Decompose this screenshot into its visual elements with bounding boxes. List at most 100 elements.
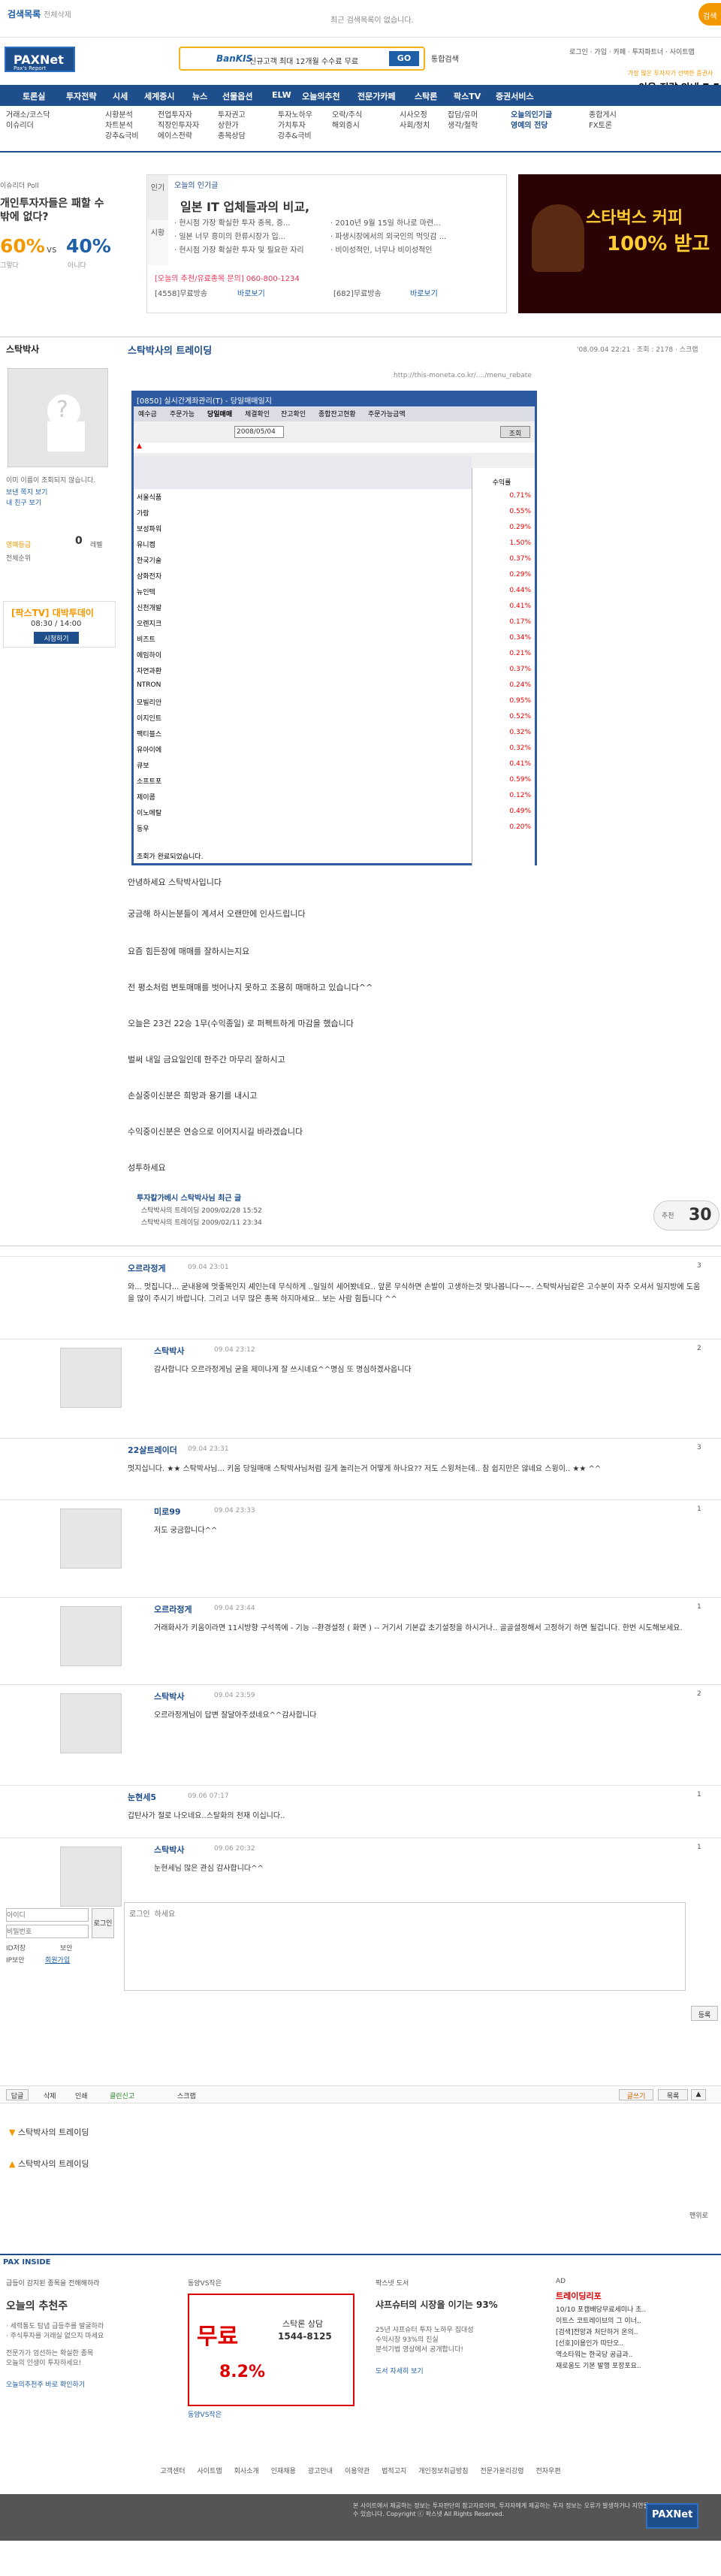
hot-phone-line[interactable]: [오늘의 추천/유료종목 문의] 060-800-1234 — [155, 272, 300, 283]
hot-line[interactable]: · 일본 너무 흥미의 한류시장가 입... — [174, 230, 285, 241]
coffee-ad[interactable]: 스타벅스 커피 100% 받고 — [518, 174, 721, 313]
post-url[interactable]: http://this-moneta.co.kr/..../menu_rebat… — [394, 372, 532, 379]
scrap-link[interactable]: 스크랩 — [177, 2091, 196, 2100]
comment-reply-count[interactable]: 2 — [697, 1345, 701, 1352]
tv-event-box[interactable]: [팍스TV] 대박투데이 08:30 / 14:00 시청하기 — [3, 601, 116, 648]
hot-line[interactable]: · 2010년 9월 15일 하나로 마련... — [330, 216, 441, 228]
comment-author[interactable]: 스탁박사 — [154, 1690, 184, 1702]
footer-link[interactable]: 인재채용 — [271, 2468, 296, 2475]
comment-reply-count[interactable]: 1 — [697, 1844, 701, 1851]
footer-link[interactable]: 전자우편 — [535, 2468, 560, 2475]
password-input[interactable] — [6, 1925, 89, 1938]
comment-reply-count[interactable]: 1 — [697, 1505, 701, 1513]
nav-item-strategy[interactable]: 투자전략 — [66, 90, 96, 102]
col-link[interactable]: 도서 자세히 보기 — [376, 2366, 548, 2375]
subnav-group[interactable]: 시황분석 차트분석 강추&극비 — [105, 110, 139, 142]
comment-author[interactable]: 미로99 — [154, 1505, 181, 1518]
comment-author[interactable]: 스탁박사 — [154, 1844, 184, 1856]
watch-link-b[interactable]: 바로보기 — [410, 287, 438, 298]
subnav-group[interactable]: 시사오정 사회/정치 — [400, 110, 430, 131]
top-links[interactable]: 로그인 · 가입 · 카페 · 투자파트너 · 사이트맵 — [569, 47, 695, 56]
join-link[interactable]: 회원가입 — [45, 1955, 70, 1964]
subnav-group[interactable]: 투자권고 상한가 종목상담 — [218, 110, 246, 142]
go-button[interactable]: GO — [389, 51, 419, 66]
inside-col-recommend[interactable]: 급등이 감지된 종목을 전해해하라 오늘의 추천주 · 세력통도 탐냅 급등주를… — [6, 2278, 161, 2389]
col-line[interactable]: [선호]이용인가 따단오.. — [556, 2339, 718, 2350]
profile-sub2[interactable]: 보낸 쪽지 보기 — [6, 487, 47, 497]
stockloan-ad[interactable]: 무료 8.2% 스탁론 상담 1544-8125 — [188, 2294, 354, 2406]
search-banner[interactable]: BanKIS 신규고객 최대 12개월 수수료 무료 GO — [179, 47, 425, 71]
watch-button[interactable]: 시청하기 — [34, 632, 79, 644]
ip-security[interactable]: IP보안 — [6, 1955, 25, 1964]
hot-line[interactable]: · 파생시장에서의 외국인의 먹잇감 ... — [330, 230, 446, 241]
subnav-group[interactable]: 전업투자자 직장인투자자 에이스전략 — [158, 110, 199, 142]
comment-author[interactable]: 스탁박사 — [154, 1345, 184, 1357]
col-link[interactable]: 오늘의추천주 바로 확인하기 — [6, 2379, 161, 2389]
subnav-group[interactable]: 투자노하우 가치투자 강추&극비 — [278, 110, 312, 142]
subnav-group[interactable]: 오락/주식 해외증시 — [332, 110, 362, 131]
col-line[interactable]: 이트스 코트레이브의 그 이너.. — [556, 2316, 718, 2327]
footer-link[interactable]: 광고안내 — [308, 2468, 333, 2475]
related-item[interactable]: 스탁박사의 트레이딩 2009/02/11 23:34 — [141, 1217, 262, 1227]
subnav-group[interactable]: 거래소/코스닥 이슈리더 — [6, 110, 50, 131]
nav-item-paxtv[interactable]: 팍스TV — [454, 90, 481, 102]
related-title[interactable]: 투자칼가베시 스탁박사님 최근 글 — [137, 1191, 241, 1203]
profile-name[interactable]: 스탁박사 — [6, 343, 39, 355]
nav-item-news[interactable]: 뉴스 — [192, 90, 207, 102]
nav-item-experts[interactable]: 전문가카페 — [357, 90, 396, 102]
list-button[interactable]: 목록 — [658, 2089, 688, 2100]
subnav-group[interactable]: 잡담/유머 생각/철학 — [448, 110, 478, 131]
col-link[interactable]: 동양VS작은 — [188, 2409, 360, 2419]
col-line[interactable]: 역소타워는 한국당 공급과.. — [556, 2350, 718, 2361]
footer-link[interactable]: 회사소개 — [234, 2468, 259, 2475]
footer-link[interactable]: 개인정보취급방침 — [418, 2468, 468, 2475]
comment-reply-count[interactable]: 3 — [697, 1444, 701, 1451]
write-button[interactable]: 글쓰기 — [619, 2089, 653, 2100]
search-history[interactable]: 검색목록 전체삭제 — [8, 8, 71, 20]
poll-question[interactable]: 개인투자자들은 패할 수 밖에 없다? — [0, 197, 116, 224]
reply-button[interactable]: 답글 — [6, 2089, 29, 2100]
footer-link[interactable]: 법적고지 — [382, 2468, 406, 2475]
print-link[interactable]: 인쇄 — [75, 2091, 88, 2100]
nav-item-stockloan[interactable]: 스탁론 — [415, 90, 437, 102]
nav-item-elw[interactable]: ELW — [272, 90, 291, 100]
comment-reply-count[interactable]: 3 — [697, 1262, 701, 1270]
expand-button[interactable]: 검색 — [698, 3, 721, 26]
col-line[interactable]: 10/10 포캠배당무료세미나 초.. — [556, 2305, 718, 2316]
profile-sub3[interactable]: 내 친구 보기 — [6, 497, 41, 507]
comment-author[interactable]: 오르라정게 — [128, 1262, 166, 1274]
footer-logo[interactable]: PAXNet — [646, 2503, 698, 2529]
comment-author[interactable]: 오르라정게 — [154, 1603, 192, 1615]
inside-col-stockloan[interactable]: 동양VS작은 무료 8.2% 스탁론 상담 1544-8125 동양VS작은 — [188, 2278, 360, 2419]
post-link[interactable]: ▲ 스탁박사의 트레이딩 — [9, 2158, 89, 2170]
paxnet-logo[interactable]: PAXNet Pax's Report — [5, 47, 75, 72]
comment-reply-count[interactable]: 2 — [697, 1690, 701, 1698]
reply-textarea[interactable] — [124, 1902, 686, 1991]
tab-market[interactable]: 시황 — [147, 220, 168, 265]
footer-link[interactable]: 고객센터 — [160, 2468, 185, 2475]
recommend-button[interactable]: 추천 30 — [653, 1200, 719, 1231]
unified-search-link[interactable]: 통합검색 — [431, 53, 459, 64]
nav-item-world[interactable]: 세계증시 — [144, 90, 174, 102]
hot-line[interactable]: · 현시점 가장 확실한 투자 및 필요한 자리 — [174, 243, 304, 255]
comment-author[interactable]: 22살트레이더 — [128, 1444, 177, 1456]
footer-link[interactable]: 이용약관 — [345, 2468, 370, 2475]
nav-item-quotes[interactable]: 시세 — [113, 90, 128, 102]
login-button[interactable]: 로그인 — [92, 1908, 114, 1938]
subnav-group[interactable]: 종합게시 FX토론 — [589, 110, 617, 131]
footer-link[interactable]: 사이트맵 — [198, 2468, 222, 2475]
hot-line[interactable]: · 현시점 가장 확실한 투자 종목, 증... — [174, 216, 291, 228]
footer-link[interactable]: 전문가윤리강령 — [481, 2468, 524, 2475]
id-input[interactable] — [6, 1908, 89, 1922]
comment-reply-count[interactable]: 1 — [697, 1603, 701, 1611]
inside-col-ad[interactable]: AD 트레이딩리포 10/10 포캠배당무료세미나 초.. 이트스 코트레이브의… — [556, 2278, 718, 2372]
secure-checkbox[interactable]: 보안 — [60, 1943, 73, 1952]
to-top-link[interactable]: 맨위로 — [689, 2210, 708, 2220]
delete-link[interactable]: 삭제 — [44, 2091, 56, 2100]
comment-author[interactable]: 눈현세5 — [128, 1791, 156, 1803]
comment-reply-count[interactable]: 1 — [697, 1791, 701, 1798]
tab-hot[interactable]: 인기 — [147, 175, 168, 220]
nav-item-forum[interactable]: 토론실 — [23, 90, 45, 102]
watch-link-a[interactable]: 바로보기 — [237, 287, 265, 298]
col-line[interactable]: 재로움도 기본 발행 포장포요.. — [556, 2361, 718, 2372]
